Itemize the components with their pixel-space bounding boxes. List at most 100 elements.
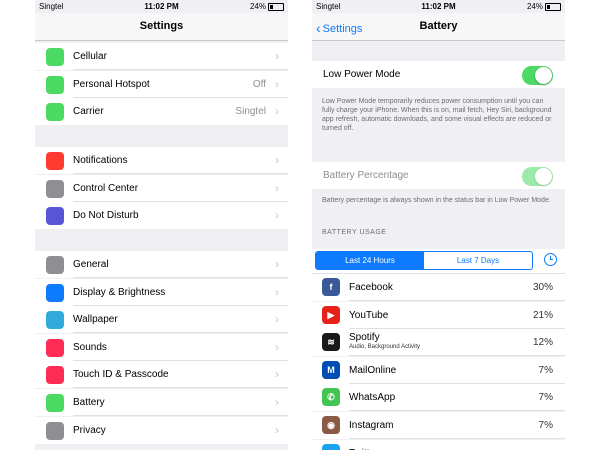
chevron-right-icon: › bbox=[275, 367, 279, 382]
settings-row-privacy[interactable]: Privacy › bbox=[35, 416, 288, 444]
app-usage-row-facebook[interactable]: f Facebook 30% bbox=[312, 274, 565, 301]
battery-status: 24% bbox=[250, 2, 284, 11]
app-name: Spotify bbox=[349, 332, 380, 344]
settings-row-general[interactable]: General › bbox=[35, 251, 288, 278]
segment-last-7-days[interactable]: Last 7 Days bbox=[424, 252, 532, 269]
twitter-icon: t bbox=[322, 443, 340, 450]
chevron-right-icon: › bbox=[275, 49, 279, 63]
segment-last-24-hours[interactable]: Last 24 Hours bbox=[316, 252, 424, 269]
instagram-icon: ◉ bbox=[322, 416, 340, 434]
chevron-right-icon: › bbox=[275, 284, 279, 299]
app-usage-row-whatsapp[interactable]: ✆ WhatsApp 7% bbox=[312, 384, 565, 412]
app-usage-percent: 7% bbox=[538, 420, 553, 431]
app-usage-row-youtube[interactable]: ▶ YouTube 21% bbox=[312, 301, 565, 329]
low-power-mode-row: Low Power Mode bbox=[312, 61, 565, 88]
youtube-icon: ▶ bbox=[322, 305, 340, 324]
settings-row-value: Off bbox=[252, 78, 266, 90]
chevron-right-icon: › bbox=[275, 180, 279, 195]
whatsapp-icon: ✆ bbox=[322, 388, 340, 407]
app-usage-row-mailonline[interactable]: M MailOnline 7% bbox=[312, 356, 565, 384]
chevron-right-icon: › bbox=[275, 76, 279, 91]
settings-row-label: General bbox=[73, 259, 109, 270]
app-usage-row-spotify[interactable]: ≋ Spotify Audio, Background Activity 12% bbox=[312, 329, 565, 357]
chevron-right-icon: › bbox=[275, 422, 279, 437]
facebook-icon: f bbox=[322, 278, 340, 296]
battery-status: 24% bbox=[527, 2, 561, 11]
status-bar: Singtel 11:02 PM 24% bbox=[35, 0, 288, 13]
settings-row-cellular[interactable]: Cellular › bbox=[35, 43, 288, 70]
app-name: YouTube bbox=[349, 309, 389, 321]
battery-icon bbox=[46, 394, 64, 412]
settings-row-notifications[interactable]: Notifications › bbox=[35, 147, 288, 174]
wallpaper-icon bbox=[46, 311, 64, 330]
chevron-right-icon: › bbox=[275, 208, 279, 223]
battery-percentage-label: Battery Percentage bbox=[323, 170, 409, 181]
chevron-right-icon: › bbox=[275, 257, 279, 271]
app-name: MailOnline bbox=[349, 364, 397, 376]
control-center-icon bbox=[46, 179, 64, 198]
settings-row-battery[interactable]: Battery › bbox=[35, 389, 288, 416]
settings-row-label: Wallpaper bbox=[73, 314, 118, 326]
battery-percent: 24% bbox=[249, 2, 266, 11]
phone-icon bbox=[46, 103, 64, 122]
app-usage-row-twitter[interactable]: tTwitter bbox=[312, 439, 565, 450]
mailonline-icon: M bbox=[322, 360, 340, 379]
notifications-icon bbox=[46, 152, 64, 170]
display-icon bbox=[46, 283, 64, 302]
battery-percentage-row: Battery Percentage bbox=[312, 162, 565, 189]
usage-period-bar: Last 24 Hours Last 7 Days bbox=[312, 249, 565, 274]
settings-row-label: Display & Brightness bbox=[73, 286, 166, 298]
chevron-right-icon: › bbox=[275, 153, 279, 167]
nav-bar: ‹ Settings Battery bbox=[312, 13, 565, 41]
app-name: WhatsApp bbox=[349, 392, 396, 404]
battery-percentage-toggle[interactable] bbox=[522, 167, 553, 186]
spotify-icon: ≋ bbox=[322, 333, 340, 352]
settings-row-personal-hotspot[interactable]: Personal Hotspot Off › bbox=[35, 70, 288, 98]
settings-row-label: Do Not Disturb bbox=[73, 210, 139, 222]
settings-row-label: Privacy bbox=[73, 424, 106, 436]
low-power-mode-label: Low Power Mode bbox=[323, 69, 401, 80]
app-usage-percent: 7% bbox=[538, 364, 553, 376]
settings-row-value: Singtel bbox=[235, 106, 266, 118]
battery-percent: 24% bbox=[526, 2, 543, 11]
app-usage-percent: 30% bbox=[532, 282, 553, 293]
settings-row-label: Control Center bbox=[73, 182, 139, 194]
settings-row-control-center[interactable]: Control Center › bbox=[35, 174, 288, 202]
hand-icon bbox=[46, 421, 64, 440]
settings-row-label: Notifications bbox=[73, 155, 128, 166]
settings-row-label: Cellular bbox=[73, 51, 107, 62]
app-activity-detail: Audio, Background Activity bbox=[349, 344, 421, 351]
chevron-right-icon: › bbox=[275, 339, 279, 354]
chevron-right-icon: › bbox=[275, 395, 279, 409]
chevron-right-icon: › bbox=[275, 312, 279, 327]
page-title: Settings bbox=[139, 20, 184, 32]
settings-row-label: Personal Hotspot bbox=[73, 78, 150, 90]
settings-row-label: Sounds bbox=[73, 341, 107, 353]
settings-row-carrier[interactable]: Carrier Singtel › bbox=[35, 98, 288, 126]
nav-bar: Settings bbox=[35, 13, 288, 41]
low-power-mode-toggle[interactable] bbox=[522, 66, 553, 85]
low-power-description: Low Power Mode temporarily reduces power… bbox=[322, 98, 552, 132]
settings-row-wallpaper[interactable]: Wallpaper › bbox=[35, 306, 288, 334]
settings-row-display-brightness[interactable]: Display & Brightness › bbox=[35, 278, 288, 306]
fingerprint-icon bbox=[46, 366, 64, 385]
battery-usage-header: BATTERY USAGE bbox=[322, 229, 387, 236]
app-usage-percent: 7% bbox=[538, 392, 553, 404]
app-usage-percent: 21% bbox=[532, 309, 553, 321]
speaker-icon bbox=[46, 338, 64, 357]
status-bar: Singtel 11:02 PM 24% bbox=[312, 0, 565, 13]
usage-period-segmented-control: Last 24 Hours Last 7 Days bbox=[315, 251, 533, 270]
clock-icon[interactable] bbox=[544, 253, 557, 266]
app-usage-percent: 12% bbox=[532, 337, 553, 349]
app-name: Facebook bbox=[349, 282, 393, 293]
app-usage-row-instagram[interactable]: ◉ Instagram 7% bbox=[312, 412, 565, 439]
settings-row-touch-id-passcode[interactable]: Touch ID & Passcode › bbox=[35, 361, 288, 389]
gear-icon bbox=[46, 256, 64, 274]
moon-icon bbox=[46, 207, 64, 226]
chevron-right-icon: › bbox=[275, 104, 279, 119]
settings-row-label: Carrier bbox=[73, 106, 104, 118]
settings-row-do-not-disturb[interactable]: Do Not Disturb › bbox=[35, 202, 288, 230]
settings-row-sounds[interactable]: Sounds › bbox=[35, 333, 288, 361]
settings-row-label: Battery bbox=[73, 397, 105, 408]
hotspot-icon bbox=[46, 75, 64, 94]
